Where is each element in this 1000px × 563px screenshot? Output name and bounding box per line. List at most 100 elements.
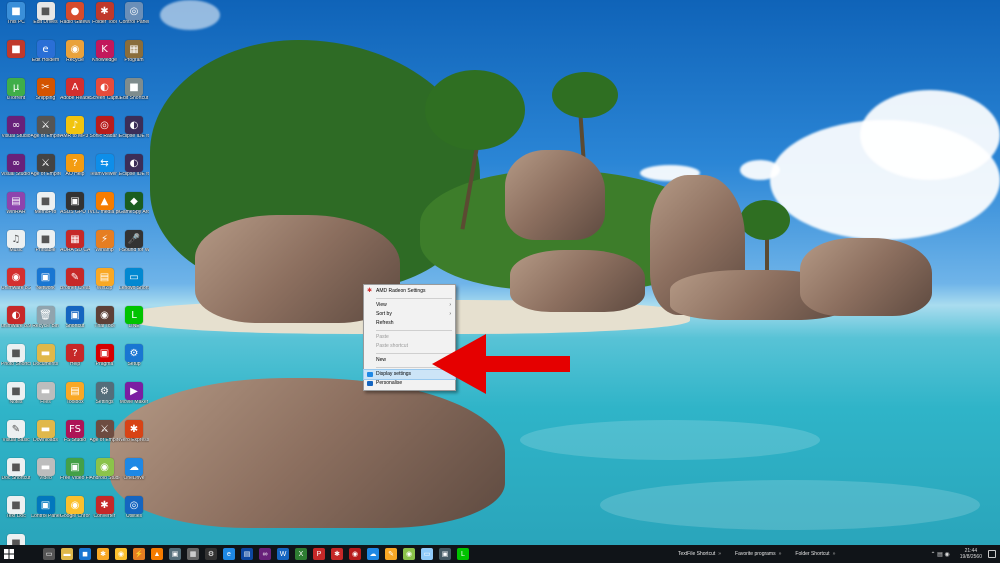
vlc-icon[interactable]: ▲ <box>151 548 163 560</box>
desktop-icon[interactable]: ⚔Age of Empires <box>90 420 120 443</box>
desktop-icon[interactable]: ◉ Thai Tool <box>92 306 118 329</box>
desktop-icon[interactable]: ☁ OneDrive <box>121 458 147 481</box>
calculator-icon[interactable]: ▦ <box>187 548 199 560</box>
desktop-icon[interactable]: ⚔Age of Empires III <box>31 154 61 177</box>
desktop-icon[interactable]: K Knowledge <box>92 40 118 63</box>
settings-icon[interactable]: ⚙ <box>205 548 217 560</box>
desktop-icon[interactable]: ●Radio Gateway <box>60 2 90 25</box>
desktop-icon[interactable]: ◎ Sonic Radar II <box>90 116 120 139</box>
desktop-icon[interactable]: µ uTorrent <box>3 78 29 101</box>
desktop-icon[interactable]: ⚔Age of Empires II <box>31 116 61 139</box>
desktop-icon[interactable]: ◆GameSpy Arcade <box>119 192 149 215</box>
desktop-icon[interactable]: ▶ Movie Maker <box>120 382 148 405</box>
desktop-icon[interactable]: ▣ Pragma <box>92 344 118 367</box>
desktop-icon[interactable]: ▤ WinRAR <box>3 192 29 215</box>
desktop-icon[interactable]: ✎Brother Creative <box>60 268 90 291</box>
onedrive-icon[interactable]: ☁ <box>367 548 379 560</box>
desktop-icon[interactable]: ■ Doc Shortcut <box>2 458 30 481</box>
maps-icon[interactable]: ✎ <box>385 548 397 560</box>
desktop-icon[interactable]: ▤ WinZip <box>92 268 118 291</box>
desktop-icon[interactable]: 🎤i-Sound for Windows 7 <box>119 230 149 253</box>
desktop-icon[interactable]: ▣ Shortcut <box>62 306 88 329</box>
radeon-icon[interactable]: ◉ <box>349 548 361 560</box>
toolbar-textfile-shortcut[interactable]: TextFile Shortcut» <box>678 551 721 557</box>
desktop-icon[interactable]: ∞Visual Studio 2015 <box>1 154 31 177</box>
desktop-icon[interactable]: ◎ Control Panel <box>119 2 149 25</box>
desktop-icon[interactable]: ◉Google Chrome <box>60 496 90 519</box>
desktop-icon[interactable]: ✱ Converter <box>92 496 118 519</box>
desktop-icon[interactable]: ⇆TeamViewer 12 <box>90 154 120 177</box>
desktop-icon[interactable]: ■ Edit Drives <box>33 2 59 25</box>
android-studio-icon[interactable]: ◉ <box>403 548 415 560</box>
tray-icons[interactable]: ⌃ ▤ ◉ <box>930 551 949 558</box>
amd-icon[interactable]: ✱ <box>331 548 343 560</box>
desktop-icon[interactable]: ▲VLC media player <box>90 192 120 215</box>
desktop-icon[interactable]: ▦ Program <box>121 40 147 63</box>
desktop-icon[interactable]: ■ <box>3 40 29 58</box>
desktop-icon[interactable]: ✎ Visual Basic <box>2 420 30 443</box>
desktop-icon[interactable]: ■ Edit Shortcut <box>120 78 148 101</box>
desktop-icon[interactable]: ✱ Folder Tool <box>92 2 118 25</box>
desktop-icon[interactable]: ◐Screen Capture <box>90 78 120 101</box>
line-icon[interactable]: L <box>457 548 469 560</box>
desktop-icon[interactable]: ◎ Utilities <box>121 496 147 519</box>
notepad-icon[interactable]: ▭ <box>421 548 433 560</box>
desktop-icon[interactable]: ▤ Toolbox <box>62 382 88 405</box>
chrome-icon[interactable]: ◉ <box>115 548 127 560</box>
desktop-icon[interactable]: ◉ Unimware 8.2 <box>1 268 31 291</box>
desktop-icon[interactable]: ▬ Downloads <box>33 420 59 443</box>
desktop-icon[interactable]: ⚡ Winamp <box>92 230 118 253</box>
desktop-icon[interactable]: ▭Lenovo Shortcut <box>119 268 149 291</box>
desktop-icon[interactable]: ▣ Control Panel <box>31 496 61 519</box>
visual-studio-icon[interactable]: ∞ <box>259 548 271 560</box>
clock[interactable]: 21:44 19/8/2560 <box>960 548 982 560</box>
desktop-icon[interactable]: ◐Eclipse IDE for Java <box>119 116 149 139</box>
store-icon[interactable]: ◼ <box>79 548 91 560</box>
desktop-icon[interactable]: ♪AMR to MP3 Converter <box>60 116 90 139</box>
menu-item-refresh[interactable]: Refresh <box>364 319 455 328</box>
desktop-icon[interactable]: ∞ Visual Studio <box>1 116 31 139</box>
monitor-icon[interactable]: ▣ <box>439 548 451 560</box>
desktop-icon[interactable]: ⚙ Setup <box>121 344 147 367</box>
desktop-icon[interactable]: ■ MemoPro <box>33 192 59 215</box>
desktop-icon[interactable]: ■ Text Doc <box>3 496 29 519</box>
notification-center-icon[interactable] <box>988 550 996 558</box>
start-button[interactable] <box>0 545 18 563</box>
excel-icon[interactable]: X <box>295 548 307 560</box>
desktop-icon[interactable]: 🗑 Recycle Bin <box>32 306 59 329</box>
desktop-icon[interactable]: ◉ Android Studio <box>90 458 120 481</box>
menu-item-sort-by[interactable]: Sort by › <box>364 310 455 319</box>
desktop-icon[interactable]: ◉ Recycle <box>62 40 88 63</box>
mail-icon[interactable]: ▤ <box>241 548 253 560</box>
task-view-icon[interactable]: ▭ <box>43 548 55 560</box>
desktop-icon[interactable]: ■Photo Shortcut 4K <box>1 344 31 367</box>
word-icon[interactable]: W <box>277 548 289 560</box>
desktop-icon[interactable]: ▦AURA SD CARD <box>60 230 90 253</box>
desktop-icon[interactable]: ? Help <box>62 344 88 367</box>
desktop-icon[interactable]: ◐Eclipse IDE for Java Dev <box>119 154 149 177</box>
toolbar-folder-shortcut[interactable]: Folder Shortcut» <box>795 551 835 557</box>
desktop-icon[interactable]: ▬ Documents <box>33 344 59 367</box>
desktop-icon[interactable]: ✂ Snipping <box>33 78 59 101</box>
desktop-icon[interactable]: ■ Notes <box>3 382 29 405</box>
desktop-icon[interactable]: ▬ Video <box>33 458 59 481</box>
winamp-icon[interactable]: ⚡ <box>133 548 145 560</box>
desktop-icon[interactable]: ■ Printable <box>33 230 59 253</box>
desktop-icon[interactable]: ▣Free Video Flip and Rotate <box>60 458 90 481</box>
desktop-icon[interactable]: L LINE <box>121 306 147 329</box>
desktop-icon[interactable]: ▣ASUS GPU Tweak <box>60 192 90 215</box>
powerpoint-icon[interactable]: P <box>313 548 325 560</box>
desktop-icon[interactable]: ? AO Help <box>62 154 88 177</box>
toolbar-favorite-programs[interactable]: Favorite programs» <box>735 551 781 557</box>
desktop-icon[interactable]: AAdobe Reader XI <box>60 78 90 101</box>
desktop-icon[interactable]: ♫ Music <box>3 230 29 253</box>
desktop-icon[interactable]: ✱ Nero Express <box>119 420 149 443</box>
desktop-icon[interactable]: ▬ Files <box>33 382 59 405</box>
menu-item-amd-radeon-settings[interactable]: ✱ AMD Radeon Settings <box>364 287 455 296</box>
edge-icon[interactable]: e <box>223 548 235 560</box>
desktop-icon[interactable]: ◐unimware 8.99 My Program <box>1 306 31 329</box>
desktop-icon[interactable]: ▣ Network <box>33 268 59 291</box>
desktop-icon[interactable]: ■ This PC <box>3 2 29 25</box>
desktop-icon[interactable]: e Edit Holdem <box>32 40 59 63</box>
desktop-icon[interactable]: FS FS Studio <box>62 420 88 443</box>
